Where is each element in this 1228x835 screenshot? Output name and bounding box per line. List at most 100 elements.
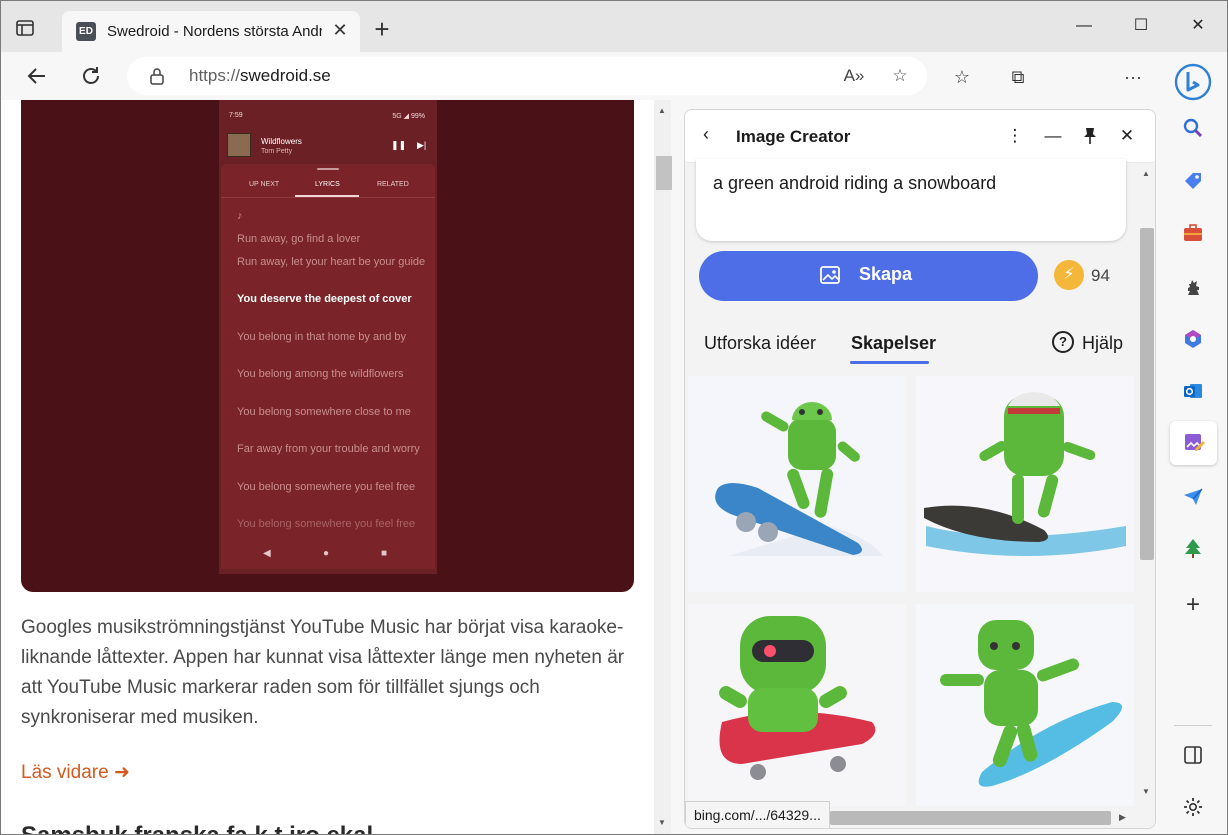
games-icon[interactable] bbox=[1178, 271, 1208, 301]
lyric-line: You belong somewhere you feel free bbox=[237, 481, 416, 493]
phone-nav-bar: ◀ ● ■ bbox=[221, 541, 435, 569]
collections-icon[interactable]: ⧉ bbox=[1005, 65, 1031, 89]
url-text[interactable]: https://swedroid.se bbox=[189, 66, 331, 86]
phone-status: 5G ◢ 99% bbox=[392, 113, 425, 120]
panel-title: Image Creator bbox=[736, 127, 851, 146]
generated-image[interactable] bbox=[688, 376, 906, 592]
back-icon[interactable] bbox=[21, 61, 53, 91]
swedroid-favicon-icon: ED bbox=[76, 22, 96, 41]
copilot-icon[interactable] bbox=[1173, 62, 1213, 102]
tree-icon[interactable] bbox=[1178, 533, 1208, 563]
next-article-heading[interactable]: Samsbuk franska fa k t iro ekal bbox=[21, 822, 373, 834]
tab-explore-ideas[interactable]: Utforska idéer bbox=[704, 333, 816, 354]
lyric-line: Run away, let your heart be your guide bbox=[237, 256, 426, 268]
tab-creations[interactable]: Skapelser bbox=[851, 333, 936, 354]
image-create-icon bbox=[819, 265, 843, 287]
add-sidebar-app-icon[interactable]: + bbox=[1178, 590, 1208, 620]
lyric-line-active: You deserve the deepest of cover bbox=[237, 293, 412, 305]
tab-title: Swedroid - Nordens största Andr bbox=[107, 23, 322, 40]
more-menu-icon[interactable]: ··· bbox=[1120, 65, 1146, 89]
tools-icon[interactable] bbox=[1178, 218, 1208, 248]
scroll-up-icon[interactable]: ▲ bbox=[658, 106, 666, 115]
settings-gear-icon[interactable] bbox=[1178, 792, 1208, 822]
shopping-icon[interactable] bbox=[1178, 166, 1208, 196]
panel-back-icon[interactable]: ‹ bbox=[703, 124, 709, 145]
split-screen-icon[interactable] bbox=[1178, 740, 1208, 770]
scroll-down-icon[interactable]: ▼ bbox=[658, 818, 666, 827]
lyric-line: Far away from your trouble and worry bbox=[237, 443, 420, 455]
lyrics-sheet: UP NEXT LYRICS RELATED ♪ Run away, go fi… bbox=[221, 164, 435, 569]
generated-image[interactable] bbox=[916, 604, 1134, 820]
song-title: Wildflowers bbox=[261, 137, 302, 146]
generated-image[interactable] bbox=[916, 376, 1134, 592]
panel-close-icon[interactable]: ✕ bbox=[1115, 124, 1139, 148]
outlook-icon[interactable] bbox=[1178, 376, 1208, 406]
drop-icon[interactable] bbox=[1178, 481, 1208, 511]
nav-home-icon: ● bbox=[323, 548, 330, 559]
panel-hscroll-thumb[interactable] bbox=[830, 811, 1111, 825]
add-favorite-icon[interactable]: ☆ bbox=[887, 63, 913, 89]
create-button-label: Skapa bbox=[859, 264, 913, 284]
new-tab-button[interactable]: + bbox=[369, 16, 395, 43]
lyric-line: Run away, go find a lover bbox=[237, 233, 361, 245]
page-scrollbar[interactable]: ▲ ▼ bbox=[654, 100, 672, 834]
close-window-icon[interactable]: ✕ bbox=[1175, 11, 1221, 41]
close-tab-icon[interactable]: ✕ bbox=[328, 18, 352, 42]
tab-creations-underline bbox=[850, 361, 929, 364]
article-image: 7:59 5G ◢ 99% Wildflowers Tom Petty ❚❚ ▶… bbox=[21, 100, 634, 592]
panel-minimize-icon[interactable]: — bbox=[1041, 124, 1065, 148]
panel-content: a green android riding a snowboard Skapa… bbox=[685, 159, 1137, 828]
prompt-input[interactable]: a green android riding a snowboard bbox=[696, 159, 1126, 241]
browser-tab[interactable]: ED Swedroid - Nordens största Andr ✕ bbox=[62, 11, 360, 53]
create-button[interactable]: Skapa bbox=[699, 251, 1038, 301]
pin-icon[interactable] bbox=[1078, 124, 1102, 148]
tab-lyrics: LYRICS bbox=[315, 181, 340, 188]
favorites-icon[interactable]: ☆ bbox=[949, 65, 975, 89]
edge-sidebar: + bbox=[1161, 52, 1227, 834]
arrow-right-icon: ➜ bbox=[113, 762, 130, 783]
tab-actions-icon[interactable] bbox=[15, 18, 47, 46]
phone-time: 7:59 bbox=[229, 112, 243, 119]
panel-scroll-up-icon[interactable]: ▲ bbox=[1142, 169, 1150, 178]
lock-icon[interactable] bbox=[149, 67, 165, 90]
page-scrollbar-thumb[interactable] bbox=[656, 156, 672, 190]
scroll-right-icon[interactable]: ▶ bbox=[1119, 812, 1126, 823]
tab-up-next: UP NEXT bbox=[249, 181, 280, 188]
panel-header: ‹ Image Creator ⋮ — ✕ bbox=[685, 110, 1155, 163]
tab-divider bbox=[221, 197, 435, 198]
read-more-link[interactable]: Läs vidare ➜ bbox=[21, 761, 130, 784]
image-creator-icon[interactable] bbox=[1170, 421, 1217, 465]
boost-icon: ⚡ bbox=[1054, 260, 1084, 290]
article-text: Googles musikströmningstjänst YouTube Mu… bbox=[21, 617, 625, 728]
panel-scrollbar-thumb[interactable] bbox=[1140, 228, 1154, 560]
maximize-icon[interactable]: ☐ bbox=[1118, 11, 1164, 41]
music-note-icon: ♪ bbox=[237, 210, 243, 222]
sheet-handle bbox=[317, 168, 339, 170]
help-icon[interactable]: ? bbox=[1052, 331, 1074, 353]
search-icon[interactable] bbox=[1178, 113, 1208, 143]
boost-count: 94 bbox=[1091, 266, 1110, 285]
lyric-line: You belong somewhere close to me bbox=[237, 406, 411, 418]
web-page: 7:59 5G ◢ 99% Wildflowers Tom Petty ❚❚ ▶… bbox=[1, 100, 671, 834]
panel-more-icon[interactable]: ⋮ bbox=[1003, 124, 1027, 148]
panel-scroll-down-icon[interactable]: ▼ bbox=[1142, 787, 1150, 796]
generated-image[interactable] bbox=[688, 604, 906, 820]
next-track-icon: ▶| bbox=[417, 140, 427, 150]
status-url: bing.com/.../64329... bbox=[685, 801, 830, 828]
refresh-icon[interactable] bbox=[75, 61, 107, 91]
phone-screenshot: 7:59 5G ◢ 99% Wildflowers Tom Petty ❚❚ ▶… bbox=[219, 100, 437, 574]
microsoft-365-icon[interactable] bbox=[1178, 324, 1208, 354]
album-art bbox=[227, 133, 251, 157]
nav-recents-icon: ■ bbox=[381, 548, 388, 559]
song-artist: Tom Petty bbox=[261, 148, 293, 155]
url-protocol: https:// bbox=[189, 66, 241, 85]
address-bar[interactable]: https://swedroid.se A» ☆ bbox=[127, 57, 927, 95]
help-link[interactable]: Hjälp bbox=[1082, 333, 1123, 354]
panel-scrollbar[interactable]: ▲ ▼ bbox=[1137, 163, 1155, 828]
lyric-line: You belong somewhere you feel free bbox=[237, 518, 416, 530]
read-aloud-icon[interactable]: A» bbox=[841, 63, 867, 89]
image-creator-panel: ‹ Image Creator ⋮ — ✕ a green android ri… bbox=[684, 109, 1156, 829]
read-more-label: Läs vidare bbox=[21, 762, 109, 783]
prompt-text: a green android riding a snowboard bbox=[713, 173, 997, 193]
minimize-icon[interactable]: — bbox=[1061, 11, 1107, 41]
